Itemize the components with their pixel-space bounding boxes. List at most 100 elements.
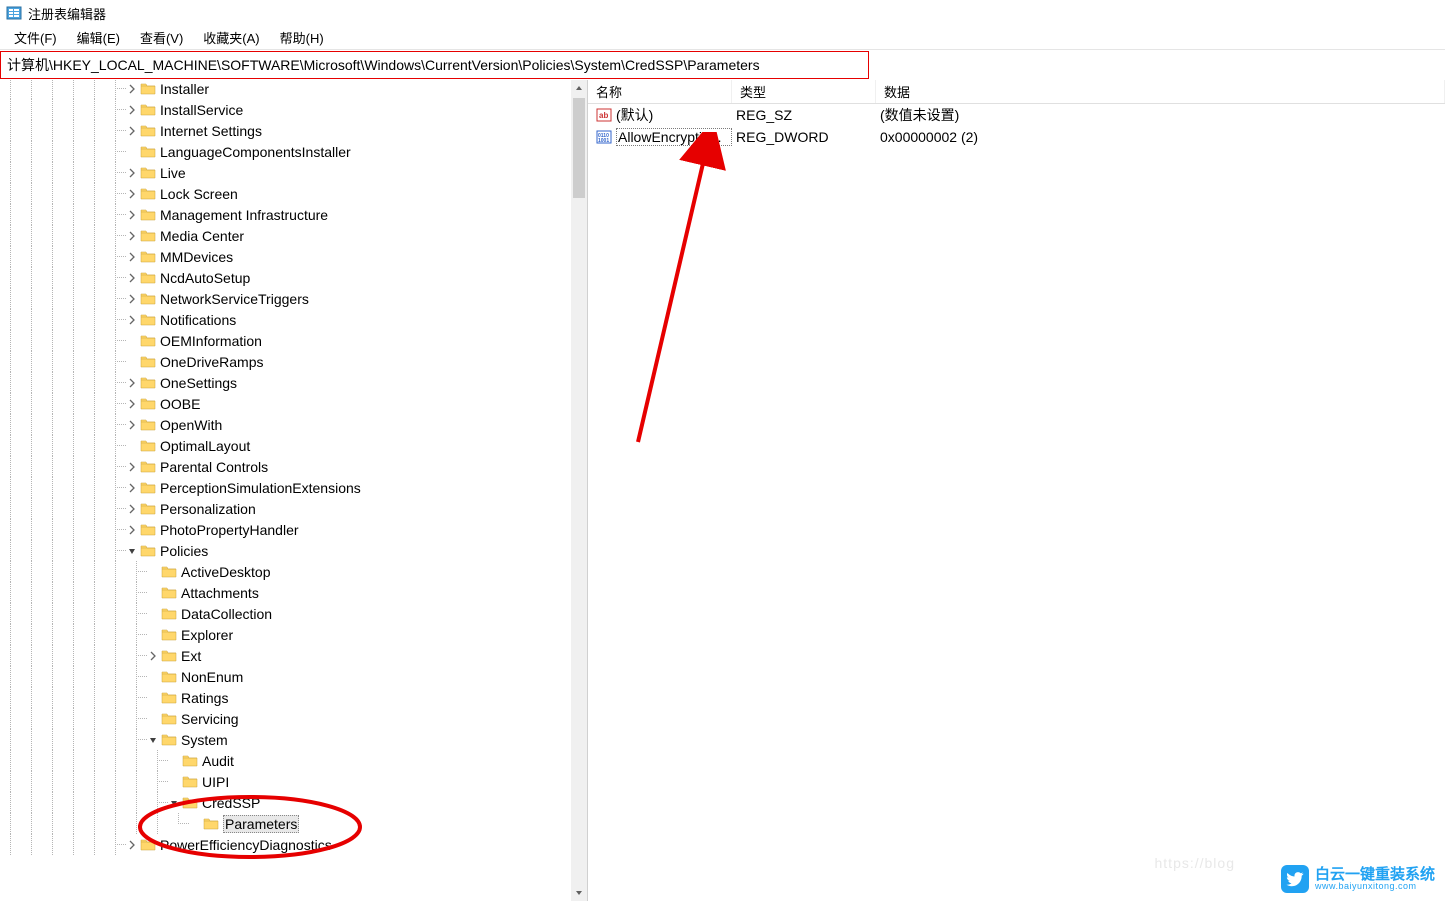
value-row[interactable]: ab(默认)REG_SZ(数值未设置) bbox=[588, 104, 1445, 126]
scroll-down-button[interactable] bbox=[571, 885, 587, 901]
expand-icon bbox=[126, 356, 138, 368]
tree-item-policies[interactable]: Policies bbox=[0, 540, 572, 561]
registry-tree[interactable]: Installer InstallService Internet Settings… bbox=[0, 80, 572, 855]
expand-icon[interactable] bbox=[126, 125, 138, 137]
tree-item-oobe[interactable]: OOBE bbox=[0, 393, 572, 414]
expand-icon[interactable] bbox=[126, 314, 138, 326]
tree-item-perceptionsimulationextensions[interactable]: PerceptionSimulationExtensions bbox=[0, 477, 572, 498]
tree-item-openwith[interactable]: OpenWith bbox=[0, 414, 572, 435]
tree-item-credssp[interactable]: CredSSP bbox=[0, 792, 572, 813]
menu-view[interactable]: 查看(V) bbox=[130, 28, 193, 47]
expand-icon[interactable] bbox=[126, 377, 138, 389]
tree-item-ncdautosetup[interactable]: NcdAutoSetup bbox=[0, 267, 572, 288]
expand-icon[interactable] bbox=[147, 650, 159, 662]
tree-item-internet-settings[interactable]: Internet Settings bbox=[0, 120, 572, 141]
expand-icon[interactable] bbox=[147, 734, 159, 746]
expand-icon[interactable] bbox=[126, 209, 138, 221]
expand-icon[interactable] bbox=[126, 104, 138, 116]
menu-favorites[interactable]: 收藏夹(A) bbox=[193, 28, 269, 47]
tree-label: Audit bbox=[202, 753, 234, 769]
col-type[interactable]: 类型 bbox=[732, 80, 876, 103]
expand-icon[interactable] bbox=[126, 482, 138, 494]
tree-item-languagecomponentsinstaller[interactable]: LanguageComponentsInstaller bbox=[0, 141, 572, 162]
menu-edit[interactable]: 编辑(E) bbox=[67, 28, 130, 47]
tree-item-live[interactable]: Live bbox=[0, 162, 572, 183]
tree-label: InstallService bbox=[160, 102, 243, 118]
value-row[interactable]: 01101001AllowEncryptio...REG_DWORD0x0000… bbox=[588, 126, 1445, 148]
expand-icon[interactable] bbox=[126, 398, 138, 410]
col-data[interactable]: 数据 bbox=[876, 80, 1445, 103]
tree-item-audit[interactable]: Audit bbox=[0, 750, 572, 771]
tree-item-personalization[interactable]: Personalization bbox=[0, 498, 572, 519]
tree-item-onedriveramps[interactable]: OneDriveRamps bbox=[0, 351, 572, 372]
address-bar[interactable]: 计算机\HKEY_LOCAL_MACHINE\SOFTWARE\Microsof… bbox=[0, 51, 869, 79]
tree-item-lock-screen[interactable]: Lock Screen bbox=[0, 183, 572, 204]
expand-icon bbox=[126, 440, 138, 452]
tree-label: Servicing bbox=[181, 711, 239, 727]
tree-item-oeminformation[interactable]: OEMInformation bbox=[0, 330, 572, 351]
tree-item-networkservicetriggers[interactable]: NetworkServiceTriggers bbox=[0, 288, 572, 309]
expand-icon[interactable] bbox=[126, 524, 138, 536]
col-name[interactable]: 名称 bbox=[588, 80, 732, 103]
expand-icon[interactable] bbox=[126, 293, 138, 305]
watermark-brand: 白云一键重装系统 bbox=[1315, 867, 1435, 882]
folder-icon bbox=[161, 564, 177, 580]
tree-label: Ratings bbox=[181, 690, 228, 706]
watermark-badge-icon bbox=[1281, 865, 1309, 893]
tree-pane: Installer InstallService Internet Settings… bbox=[0, 80, 588, 901]
tree-item-attachments[interactable]: Attachments bbox=[0, 582, 572, 603]
menu-file[interactable]: 文件(F) bbox=[4, 28, 67, 47]
tree-item-photopropertyhandler[interactable]: PhotoPropertyHandler bbox=[0, 519, 572, 540]
tree-label: Media Center bbox=[160, 228, 244, 244]
tree-item-activedesktop[interactable]: ActiveDesktop bbox=[0, 561, 572, 582]
expand-icon[interactable] bbox=[126, 272, 138, 284]
tree-scrollbar[interactable] bbox=[571, 80, 587, 901]
svg-text:ab: ab bbox=[599, 111, 608, 120]
tree-item-parameters[interactable]: Parameters bbox=[0, 813, 572, 834]
expand-icon[interactable] bbox=[126, 461, 138, 473]
tree-item-mmdevices[interactable]: MMDevices bbox=[0, 246, 572, 267]
titlebar: 注册表编辑器 bbox=[0, 0, 1445, 26]
expand-icon[interactable] bbox=[126, 230, 138, 242]
values-list[interactable]: ab(默认)REG_SZ(数值未设置)01101001AllowEncrypti… bbox=[588, 104, 1445, 148]
expand-icon[interactable] bbox=[126, 188, 138, 200]
tree-item-ratings[interactable]: Ratings bbox=[0, 687, 572, 708]
tree-item-explorer[interactable]: Explorer bbox=[0, 624, 572, 645]
watermark-domain: www.baiyunxitong.com bbox=[1315, 882, 1435, 891]
expand-icon bbox=[168, 755, 180, 767]
folder-icon bbox=[140, 417, 156, 433]
tree-item-powerefficiencydiagnostics[interactable]: PowerEfficiencyDiagnostics bbox=[0, 834, 572, 855]
folder-icon bbox=[140, 375, 156, 391]
tree-item-optimallayout[interactable]: OptimalLayout bbox=[0, 435, 572, 456]
expand-icon[interactable] bbox=[126, 251, 138, 263]
tree-item-parental-controls[interactable]: Parental Controls bbox=[0, 456, 572, 477]
tree-item-ext[interactable]: Ext bbox=[0, 645, 572, 666]
expand-icon[interactable] bbox=[126, 503, 138, 515]
expand-icon[interactable] bbox=[126, 419, 138, 431]
expand-icon bbox=[147, 566, 159, 578]
expand-icon[interactable] bbox=[168, 797, 180, 809]
scroll-up-button[interactable] bbox=[571, 80, 587, 96]
tree-item-system[interactable]: System bbox=[0, 729, 572, 750]
tree-item-uipi[interactable]: UIPI bbox=[0, 771, 572, 792]
tree-item-media-center[interactable]: Media Center bbox=[0, 225, 572, 246]
expand-icon bbox=[147, 608, 159, 620]
tree-item-datacollection[interactable]: DataCollection bbox=[0, 603, 572, 624]
tree-label: Internet Settings bbox=[160, 123, 262, 139]
tree-item-onesettings[interactable]: OneSettings bbox=[0, 372, 572, 393]
tree-item-notifications[interactable]: Notifications bbox=[0, 309, 572, 330]
tree-item-nonenum[interactable]: NonEnum bbox=[0, 666, 572, 687]
menu-help[interactable]: 帮助(H) bbox=[270, 28, 334, 47]
tree-item-servicing[interactable]: Servicing bbox=[0, 708, 572, 729]
folder-icon bbox=[140, 144, 156, 160]
expand-icon[interactable] bbox=[126, 839, 138, 851]
expand-icon[interactable] bbox=[126, 545, 138, 557]
scroll-thumb[interactable] bbox=[573, 98, 585, 198]
tree-item-installservice[interactable]: InstallService bbox=[0, 99, 572, 120]
folder-icon bbox=[161, 711, 177, 727]
folder-icon bbox=[140, 837, 156, 853]
expand-icon[interactable] bbox=[126, 167, 138, 179]
tree-item-management-infrastructure[interactable]: Management Infrastructure bbox=[0, 204, 572, 225]
expand-icon[interactable] bbox=[126, 83, 138, 95]
tree-item-installer[interactable]: Installer bbox=[0, 80, 572, 99]
